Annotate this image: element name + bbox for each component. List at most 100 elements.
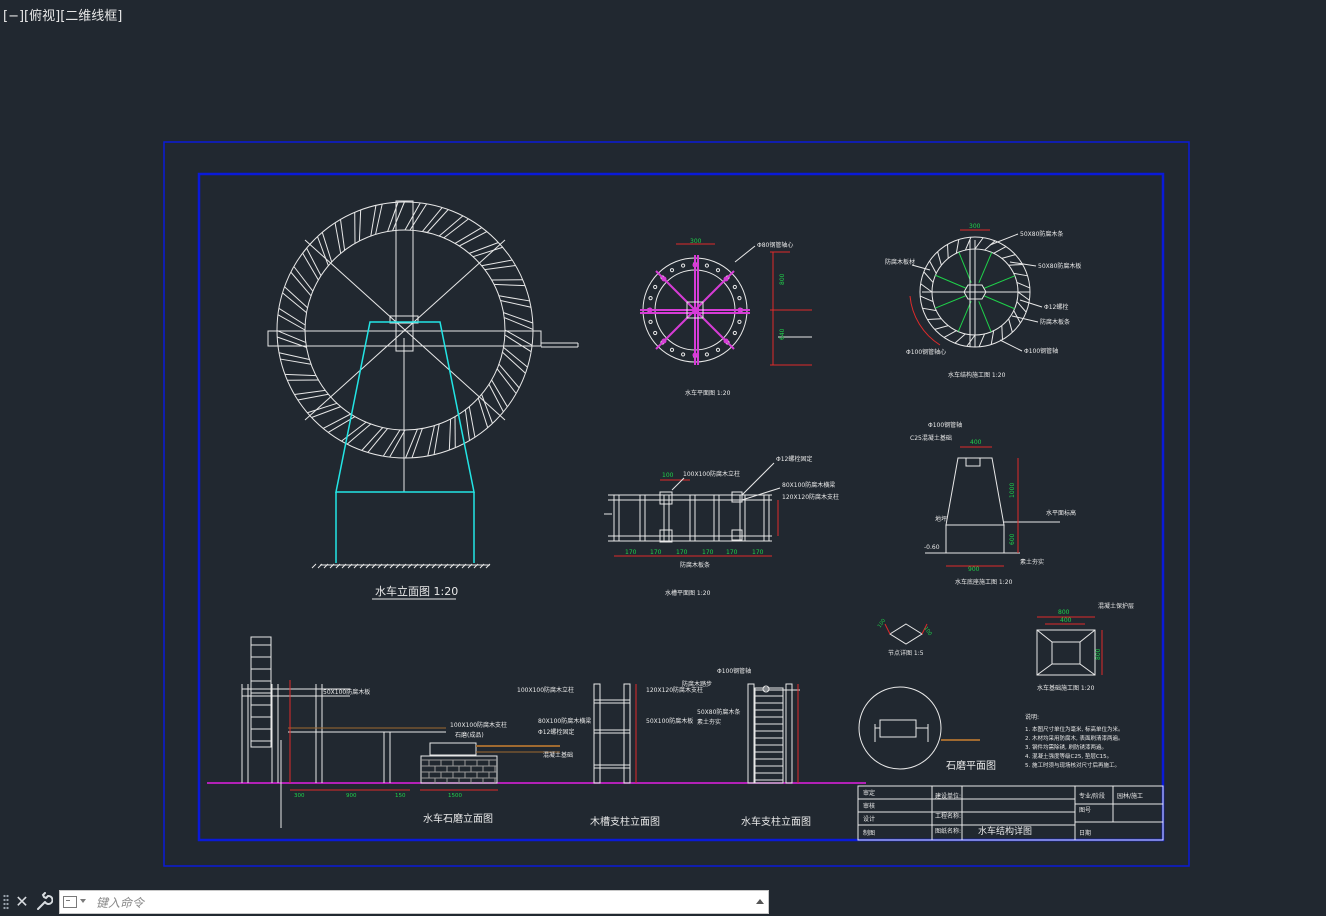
drawing-stroke <box>984 295 1015 310</box>
drawing-stroke <box>276 330 306 343</box>
callout-c5: 防腐木板条 <box>1040 318 1070 326</box>
title-footing: 水车基础施工图 1:20 <box>1037 684 1095 692</box>
dim-100-trough: 100 <box>662 472 674 479</box>
pedestal-section[interactable] <box>925 457 1060 554</box>
callout-c10b: 100X100防腐木立柱 <box>517 686 574 694</box>
drawing-stroke <box>294 389 326 395</box>
drawing-stroke <box>317 236 329 266</box>
trough-dims <box>614 479 779 557</box>
bolt-hole <box>648 295 653 301</box>
drawing-stroke <box>504 317 534 330</box>
drawing-stroke <box>280 358 312 365</box>
dim-800-foot: 800 <box>1058 609 1070 616</box>
tb-k2: 日期 <box>1079 829 1091 837</box>
command-input-box[interactable] <box>59 890 769 914</box>
drawing-stroke <box>1017 291 1030 301</box>
dim-600-ped: 600 <box>1009 533 1016 545</box>
bolt-hole <box>737 295 742 301</box>
callout-c10: 100X100防腐木立柱 <box>683 470 740 478</box>
command-line-bar: ✕ <box>0 888 770 916</box>
note-3: 3. 钢件均需除锈, 刷防锈漆两遍。 <box>1025 743 1107 751</box>
drawing-stroke <box>498 295 530 302</box>
drawing-stroke <box>937 251 942 266</box>
drawing-stroke <box>955 239 960 254</box>
drawing-stroke <box>919 295 934 303</box>
wheel-support-elevation[interactable] <box>747 683 800 784</box>
wheel-section[interactable] <box>919 236 1031 348</box>
bolt-hole <box>680 263 686 268</box>
close-icon[interactable]: ✕ <box>14 892 30 912</box>
dim-170: 170 <box>702 549 714 556</box>
dim-bottom: 1500 <box>448 793 462 799</box>
title-stone-elev: 水车石磨立面图 <box>423 812 493 825</box>
trough-plan[interactable] <box>604 491 772 543</box>
drawing-stroke <box>411 428 423 458</box>
callout-c21: 混凝土保护层 <box>1098 602 1134 610</box>
callout-c17: 100X100防腐木支柱 <box>450 721 507 729</box>
footing-dims <box>1037 616 1103 675</box>
drawing-stroke <box>370 205 377 237</box>
callout-c4: Φ12螺栓 <box>1044 303 1068 311</box>
dim-300-b: 300 <box>969 223 981 230</box>
bolt-hole <box>715 268 721 273</box>
title-elevation: 水车立面图 1:20 <box>375 584 458 598</box>
callout-c12b: 80X100防腐木横梁 <box>538 717 591 725</box>
dim-400-ped: 400 <box>970 439 982 446</box>
wheel-plan[interactable]: 300 800 640 Φ80钢管轴心 水车平面图 1:20 <box>640 238 812 397</box>
drawing-stroke <box>334 222 342 254</box>
dim-300-a: 300 <box>690 238 702 245</box>
bolt-hole <box>680 352 686 357</box>
drag-grip-icon[interactable] <box>3 894 9 910</box>
bolt-hole <box>669 268 675 273</box>
dim-400-foot: 400 <box>1060 617 1072 624</box>
tb-k4: 园林/施工 <box>1117 792 1143 800</box>
drawing-stroke <box>966 334 976 347</box>
note-4: 4. 混凝土强度等级C25, 垫层C15。 <box>1025 752 1112 760</box>
command-input[interactable] <box>94 893 738 913</box>
bolt-hole <box>653 284 658 290</box>
wheel-elevation[interactable] <box>267 200 579 569</box>
drawing-stroke <box>993 246 1007 254</box>
tb-p2: 工程名称: <box>935 812 961 820</box>
drawing-stroke <box>978 301 992 333</box>
bolt-hole <box>704 352 710 357</box>
drawing-stroke <box>1013 272 1028 277</box>
chevron-up-icon[interactable] <box>756 899 764 904</box>
bolt-hole <box>732 284 737 290</box>
drawing-stroke <box>481 394 493 424</box>
stone-mill-plan[interactable] <box>858 686 980 770</box>
notes-heading: 说明: <box>1025 713 1039 721</box>
drawing-stroke <box>433 423 440 455</box>
note-5: 5. 施工时须与现场核对尺寸后再施工。 <box>1025 761 1120 769</box>
drawing-stroke <box>481 259 513 267</box>
dim-170: 170 <box>726 549 738 556</box>
drawing-stroke <box>278 352 310 360</box>
joint-detail[interactable] <box>884 623 928 645</box>
callout-c9b: 素土夯实 <box>697 718 721 726</box>
callout-c14: Φ100钢管轴 <box>928 421 962 429</box>
dim-1000-ped: 1000 <box>1009 483 1016 498</box>
tb-p3: 图纸名称: <box>935 827 961 835</box>
drawing-stroke <box>978 333 986 348</box>
drawing-stroke <box>920 283 933 293</box>
trough-support-elevation[interactable] <box>593 683 631 784</box>
trough-leaders <box>671 462 781 501</box>
wrench-icon[interactable] <box>35 892 54 912</box>
callout-c22: 防腐木板材 <box>885 258 915 266</box>
wheel-section-dims <box>909 229 990 346</box>
drawing-stroke <box>984 240 996 251</box>
chevron-down-icon[interactable] <box>80 899 86 903</box>
footing-plan[interactable] <box>1036 629 1096 676</box>
drawing-stroke <box>934 325 949 330</box>
drawing-stroke <box>311 406 341 418</box>
tb-r1: 审定 <box>863 789 875 797</box>
drawing-stroke <box>923 271 934 283</box>
command-prompt-icon[interactable] <box>63 896 77 908</box>
callout-c6b: Φ100钢管轴 <box>717 667 751 675</box>
title-wheel-section: 水车结构施工图 1:20 <box>948 371 1006 379</box>
drawing-stroke <box>477 397 489 428</box>
drawing-stroke <box>405 429 418 459</box>
drawing-stroke <box>503 312 533 324</box>
callout-c13: 120X120防腐木支柱 <box>782 493 839 501</box>
drawing-canvas[interactable]: 水车立面图 1:20 300 800 640 Φ80钢管轴心 水车平面图 1:2… <box>0 0 1326 886</box>
